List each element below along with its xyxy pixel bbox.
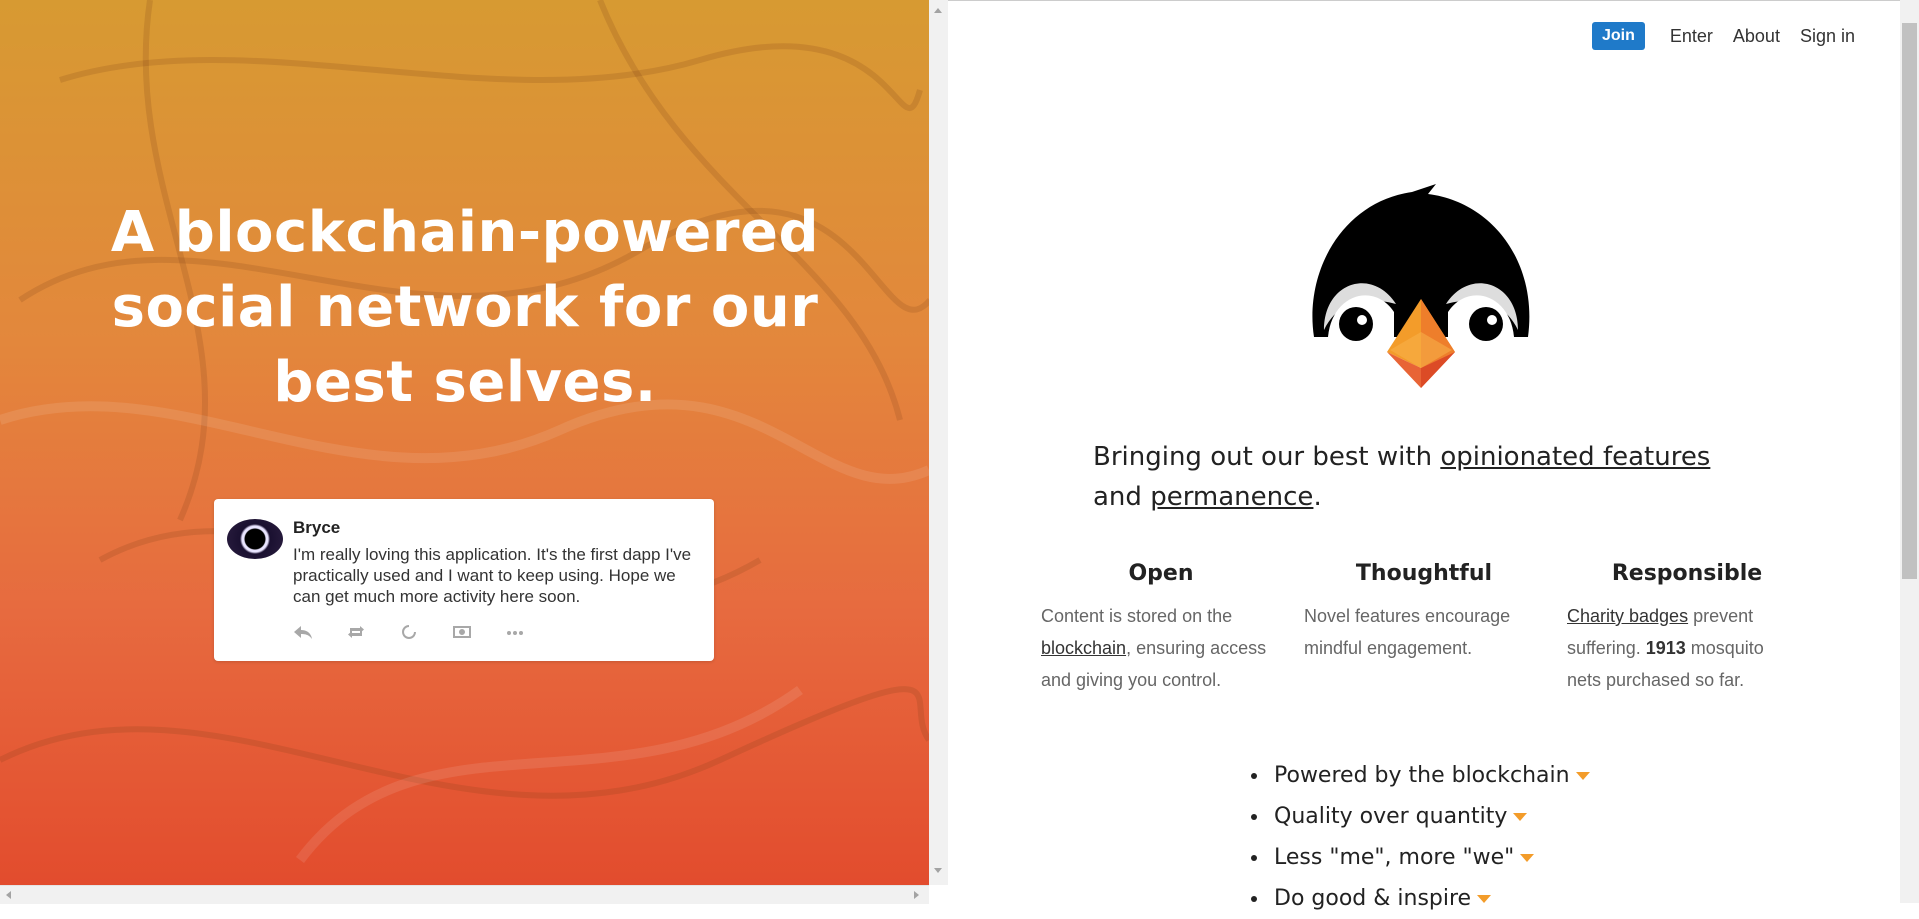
opinionated-features-link[interactable]: opinionated features	[1440, 442, 1710, 472]
feature-responsible-text: Charity badges prevent suffering. 1913 m…	[1567, 600, 1797, 696]
like-icon[interactable]	[399, 623, 452, 643]
list-item[interactable]: Quality over quantity	[1270, 796, 1590, 837]
testimonial-card: Bryce I'm really loving this application…	[214, 499, 714, 661]
more-icon[interactable]	[505, 623, 558, 643]
scroll-up-icon[interactable]	[934, 8, 942, 13]
tip-icon[interactable]	[452, 623, 505, 643]
list-item[interactable]: Powered by the blockchain	[1270, 755, 1590, 796]
scroll-right-icon[interactable]	[914, 891, 919, 899]
permanence-link[interactable]: permanence	[1150, 482, 1313, 512]
feature-open-text-before: Content is stored on the	[1041, 606, 1233, 626]
sign-in-link[interactable]: Sign in	[1800, 26, 1855, 47]
list-item-label: Quality over quantity	[1274, 804, 1508, 829]
feature-open-text: Content is stored on the blockchain, ens…	[1041, 600, 1271, 696]
hero-title: A blockchain-powered social network for …	[110, 200, 820, 415]
top-nav: Join Enter About Sign in	[1591, 22, 1855, 50]
hero-pane: A blockchain-powered social network for …	[0, 0, 929, 903]
list-item[interactable]: Do good & inspire	[1270, 878, 1590, 919]
highlights-list: Powered by the blockchain Quality over q…	[1243, 755, 1590, 919]
caret-down-icon[interactable]	[1477, 895, 1492, 903]
mosquito-net-count: 1913	[1645, 638, 1686, 658]
feature-thoughtful: Thoughtful Novel features encourage mind…	[1304, 561, 1567, 696]
landing-content: Join Enter About Sign in Bringing out ou…	[948, 0, 1900, 911]
feature-columns: Open Content is stored on the blockchain…	[1041, 561, 1831, 696]
feature-thoughtful-title: Thoughtful	[1355, 561, 1493, 586]
scrollbar-thumb[interactable]	[1902, 23, 1917, 579]
tweet-actions	[293, 623, 558, 643]
hero-background-art	[0, 0, 929, 864]
feature-responsible: Responsible Charity badges prevent suffe…	[1567, 561, 1830, 696]
tweet-author[interactable]: Bryce	[293, 518, 340, 538]
feature-thoughtful-text: Novel features encourage mindful engagem…	[1304, 606, 1511, 658]
feature-open-title: Open	[1128, 561, 1194, 586]
charity-badges-link[interactable]: Charity badges	[1567, 606, 1688, 626]
avatar[interactable]	[227, 519, 283, 559]
enter-link[interactable]: Enter	[1670, 26, 1713, 47]
tagline: Bringing out our best with opinionated f…	[1093, 437, 1733, 517]
retweet-icon[interactable]	[346, 623, 399, 643]
reply-icon[interactable]	[293, 623, 346, 643]
caret-down-icon[interactable]	[1575, 772, 1590, 780]
feature-open: Open Content is stored on the blockchain…	[1041, 561, 1304, 696]
feature-responsible-title: Responsible	[1611, 561, 1763, 586]
about-link[interactable]: About	[1733, 26, 1780, 47]
blockchain-link[interactable]: blockchain	[1041, 638, 1126, 658]
list-item[interactable]: Less "me", more "we"	[1270, 837, 1590, 878]
page-vertical-scrollbar[interactable]	[1900, 0, 1919, 903]
hero-vertical-scrollbar[interactable]	[929, 0, 948, 885]
caret-down-icon[interactable]	[1520, 854, 1535, 862]
tagline-middle: and	[1093, 482, 1151, 512]
penguin-logo	[1312, 184, 1530, 388]
join-button[interactable]: Join	[1591, 22, 1645, 50]
list-item-label: Less "me", more "we"	[1274, 845, 1515, 870]
tagline-suffix: .	[1313, 482, 1322, 512]
scroll-left-icon[interactable]	[6, 891, 11, 899]
list-item-label: Powered by the blockchain	[1274, 763, 1570, 788]
tagline-prefix: Bringing out our best with	[1093, 442, 1441, 472]
tweet-text: I'm really loving this application. It's…	[293, 545, 692, 606]
caret-down-icon[interactable]	[1513, 813, 1528, 821]
list-item-label: Do good & inspire	[1274, 886, 1472, 911]
scroll-down-icon[interactable]	[934, 868, 942, 873]
hero-horizontal-scrollbar[interactable]	[0, 885, 929, 904]
